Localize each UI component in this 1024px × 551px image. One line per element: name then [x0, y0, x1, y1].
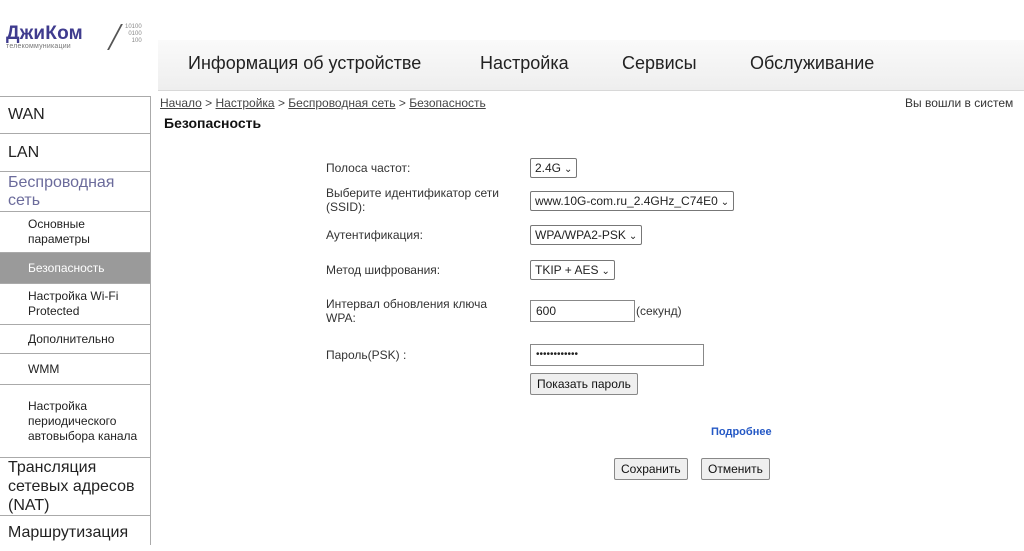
sidebar-item-wps[interactable]: Настройка Wi-Fi Protected: [0, 283, 150, 324]
chevron-down-icon: ⌄: [628, 231, 638, 242]
show-password-button[interactable]: Показать пароль: [530, 373, 638, 395]
more-info-link[interactable]: Подробнее: [711, 426, 772, 438]
breadcrumb-security[interactable]: Безопасность: [409, 96, 486, 110]
sidebar-item-basic[interactable]: Основные параметры: [0, 211, 150, 252]
encryption-label: Метод шифрования:: [326, 263, 441, 277]
breadcrumb-home[interactable]: Начало: [160, 96, 202, 110]
auth-select[interactable]: WPA/WPA2-PSK ⌄: [530, 225, 643, 245]
sidebar-item-wireless[interactable]: Беспроводная сеть: [0, 171, 150, 211]
ssid-label: Выберите идентификатор сети (SSID):: [326, 186, 500, 214]
chevron-down-icon: ⌄: [601, 266, 610, 277]
breadcrumb: Начало > Настройка > Беспроводная сеть >…: [160, 96, 486, 110]
sidebar-item-advanced[interactable]: Дополнительно: [0, 324, 150, 353]
breadcrumb-wireless[interactable]: Беспроводная сеть: [288, 96, 395, 110]
top-navigation: Информация об устройстве Настройка Серви…: [158, 40, 1024, 91]
encryption-select[interactable]: TKIP + AES ⌄: [530, 260, 615, 280]
nav-services[interactable]: Сервисы: [622, 53, 697, 74]
band-label: Полоса частот:: [326, 161, 411, 175]
sidebar-item-nat[interactable]: Трансляция сетевых адресов (NAT): [0, 457, 150, 515]
key-interval-input[interactable]: 600: [530, 300, 635, 322]
save-button[interactable]: Сохранить: [614, 458, 688, 480]
cancel-button[interactable]: Отменить: [701, 458, 770, 480]
key-interval-unit: (секунд): [636, 304, 682, 318]
sidebar-item-security[interactable]: Безопасность: [0, 252, 150, 283]
sidebar-item-routing[interactable]: Маршрутизация: [0, 515, 150, 545]
psk-password-input[interactable]: ••••••••••••: [530, 344, 704, 366]
key-interval-label: Интервал обновления ключа WPA:: [326, 297, 488, 325]
brand-logo: ДжиКом телекоммуникации 10100 0100 100: [6, 23, 156, 52]
sidebar-item-wmm[interactable]: WMM: [0, 353, 150, 384]
sidebar-item-wan[interactable]: WAN: [0, 96, 150, 133]
sidebar-item-lan[interactable]: LAN: [0, 133, 150, 171]
psk-label: Пароль(PSK) :: [326, 348, 407, 362]
nav-settings[interactable]: Настройка: [480, 53, 569, 74]
sidebar-item-auto-channel[interactable]: Настройка периодического автовыбора кана…: [0, 384, 150, 457]
chevron-down-icon: ⌄: [564, 164, 573, 175]
auth-label: Аутентификация:: [326, 228, 423, 242]
logo-digits: 10100 0100 100: [125, 24, 142, 44]
nav-maintenance[interactable]: Обслуживание: [750, 53, 874, 74]
logged-in-status: Вы вошли в систем: [905, 96, 1014, 110]
logo-slash-mark: [107, 24, 123, 50]
sidebar: WAN LAN Беспроводная сеть Основные парам…: [0, 96, 151, 545]
logo-brand: ДжиКом: [6, 23, 83, 44]
ssid-select[interactable]: www.10G-com.ru_2.4GHz_C74E0 ⌄: [530, 191, 735, 211]
page-title: Безопасность: [164, 115, 262, 131]
chevron-down-icon: ⌄: [720, 197, 730, 208]
nav-device-info[interactable]: Информация об устройстве: [188, 53, 421, 74]
breadcrumb-settings[interactable]: Настройка: [216, 96, 275, 110]
logo-tagline: телекоммуникации: [6, 43, 71, 50]
band-select[interactable]: 2.4G ⌄: [530, 158, 578, 178]
